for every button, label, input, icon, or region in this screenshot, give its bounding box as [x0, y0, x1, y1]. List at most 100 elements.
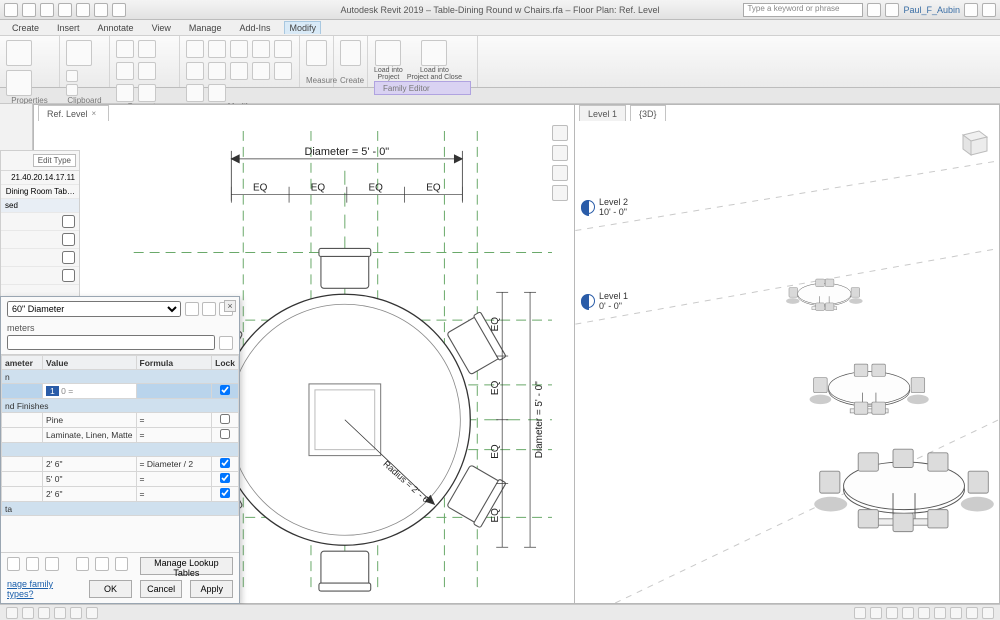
lock-checkbox[interactable] [220, 488, 230, 498]
search-icon[interactable] [219, 336, 233, 350]
table-row[interactable]: 5' 0"= [2, 472, 239, 487]
qat-sync-icon[interactable] [112, 3, 126, 17]
sort-icon[interactable] [115, 557, 128, 571]
help-icon[interactable] [982, 3, 996, 17]
parameter-search-input[interactable] [7, 335, 215, 350]
view-tab-3d[interactable]: {3D} [630, 105, 666, 121]
ribbon-tab-manage[interactable]: Manage [185, 22, 226, 34]
prop-check-2[interactable] [62, 233, 75, 246]
mirror-tool-icon[interactable] [252, 40, 270, 58]
sb-selectcount-icon[interactable] [982, 607, 994, 619]
table-row[interactable]: nd Finishes [2, 399, 239, 413]
table-row[interactable]: ta [2, 502, 239, 516]
parameters-grid[interactable]: ameter Value Formula Lock n1 0 =nd Finis… [1, 354, 239, 552]
copy-tool-icon[interactable] [66, 84, 78, 96]
ribbon-tab-view[interactable]: View [148, 22, 175, 34]
type-name-select[interactable]: 60" Diameter [7, 301, 181, 317]
sb-sun-icon[interactable] [54, 607, 66, 619]
new-param-icon[interactable] [7, 557, 20, 571]
sb-crop-icon[interactable] [86, 607, 98, 619]
sb-pin-icon[interactable] [902, 607, 914, 619]
app-menu-icon[interactable] [4, 3, 18, 17]
lock-checkbox[interactable] [220, 385, 230, 395]
wall-tool-icon[interactable] [138, 84, 156, 102]
move-down-icon[interactable] [95, 557, 108, 571]
ribbon-tab-annotate[interactable]: Annotate [94, 22, 138, 34]
prop-name[interactable]: Dining Room Tab… [6, 187, 75, 196]
signin-icon[interactable] [885, 3, 899, 17]
cutgeom-tool-icon[interactable] [138, 40, 156, 58]
measure-tool-icon[interactable] [306, 40, 327, 66]
ribbon-tab-insert[interactable]: Insert [53, 22, 84, 34]
splitelem-tool-icon[interactable] [186, 84, 204, 102]
rotate-tool-icon[interactable] [274, 40, 292, 58]
load-into-project-close-icon[interactable] [421, 40, 447, 66]
sb-shadow-icon[interactable] [70, 607, 82, 619]
sb-editreq-icon[interactable] [934, 607, 946, 619]
sb-mainmodel-icon[interactable] [966, 607, 978, 619]
align-tool-icon[interactable] [186, 40, 204, 58]
new-type-icon[interactable] [185, 302, 199, 316]
qat-undo-icon[interactable] [58, 3, 72, 17]
sb-select-icon[interactable] [854, 607, 866, 619]
infocenter-search[interactable]: Type a keyword or phrase [743, 3, 863, 17]
dialog-close-icon[interactable]: × [224, 300, 236, 312]
sb-visual-icon[interactable] [38, 607, 50, 619]
ok-button[interactable]: OK [89, 580, 132, 598]
ribbon-tab-addins[interactable]: Add-Ins [235, 22, 274, 34]
offset-tool-icon[interactable] [230, 40, 248, 58]
trim-tool-icon[interactable] [186, 62, 204, 80]
rename-type-icon[interactable] [202, 302, 216, 316]
table-row[interactable]: 2' 6"= [2, 487, 239, 502]
lock-checkbox[interactable] [220, 473, 230, 483]
sb-filter-icon[interactable] [870, 607, 882, 619]
load-into-project-icon[interactable] [375, 40, 401, 66]
user-name[interactable]: Paul_F_Aubin [903, 5, 960, 15]
split-tool-icon[interactable] [116, 84, 134, 102]
delete-param-icon[interactable] [45, 557, 58, 571]
prop-check-4[interactable] [62, 269, 75, 282]
lock-checkbox[interactable] [220, 414, 230, 424]
edit-param-icon[interactable] [26, 557, 39, 571]
col-parameter[interactable]: ameter [2, 356, 43, 370]
array-tool-icon[interactable] [208, 62, 226, 80]
cope-tool-icon[interactable] [116, 40, 134, 58]
delete-tool-icon[interactable] [274, 62, 292, 80]
qat-save-icon[interactable] [40, 3, 54, 17]
sb-design-icon[interactable] [950, 607, 962, 619]
col-lock[interactable]: Lock [212, 356, 239, 370]
table-row[interactable]: 1 0 = [2, 384, 239, 399]
paste-tool-icon[interactable] [66, 40, 92, 66]
close-icon[interactable]: × [92, 110, 100, 118]
prop-omniclass[interactable]: 21.40.20.14.17.11 [11, 173, 75, 182]
unjoin-tool-icon[interactable] [138, 62, 156, 80]
manage-family-types-link[interactable]: nage family types? [7, 579, 73, 599]
table-row[interactable] [2, 443, 239, 457]
properties-tool-icon[interactable] [6, 70, 32, 96]
manage-lookup-button[interactable]: Manage Lookup Tables [140, 557, 233, 575]
lock-checkbox[interactable] [220, 429, 230, 439]
search-icon[interactable] [867, 3, 881, 17]
cut-tool-icon[interactable] [66, 70, 78, 82]
qat-print-icon[interactable] [94, 3, 108, 17]
scale-tool-icon[interactable] [230, 62, 248, 80]
move-tool-icon[interactable] [208, 40, 226, 58]
table-row[interactable]: n [2, 370, 239, 384]
view-tab-level1[interactable]: Level 1 [579, 105, 626, 121]
table-row[interactable]: Pine= [2, 413, 239, 428]
sb-workset-icon[interactable] [918, 607, 930, 619]
lock-checkbox[interactable] [220, 458, 230, 468]
favorites-icon[interactable] [964, 3, 978, 17]
sb-scale-icon[interactable] [6, 607, 18, 619]
table-row[interactable]: 2' 6"= Diameter / 2 [2, 457, 239, 472]
ribbon-tab-create[interactable]: Create [8, 22, 43, 34]
move-up-icon[interactable] [76, 557, 89, 571]
sb-detail-icon[interactable] [22, 607, 34, 619]
unpin-tool-icon[interactable] [208, 84, 226, 102]
prop-check-3[interactable] [62, 251, 75, 264]
view-3d[interactable]: Level 1 {3D} Level 2 10' - 0" Le [575, 104, 1000, 604]
apply-button[interactable]: Apply [190, 580, 233, 598]
join-tool-icon[interactable] [116, 62, 134, 80]
qat-open-icon[interactable] [22, 3, 36, 17]
col-value[interactable]: Value [43, 356, 136, 370]
